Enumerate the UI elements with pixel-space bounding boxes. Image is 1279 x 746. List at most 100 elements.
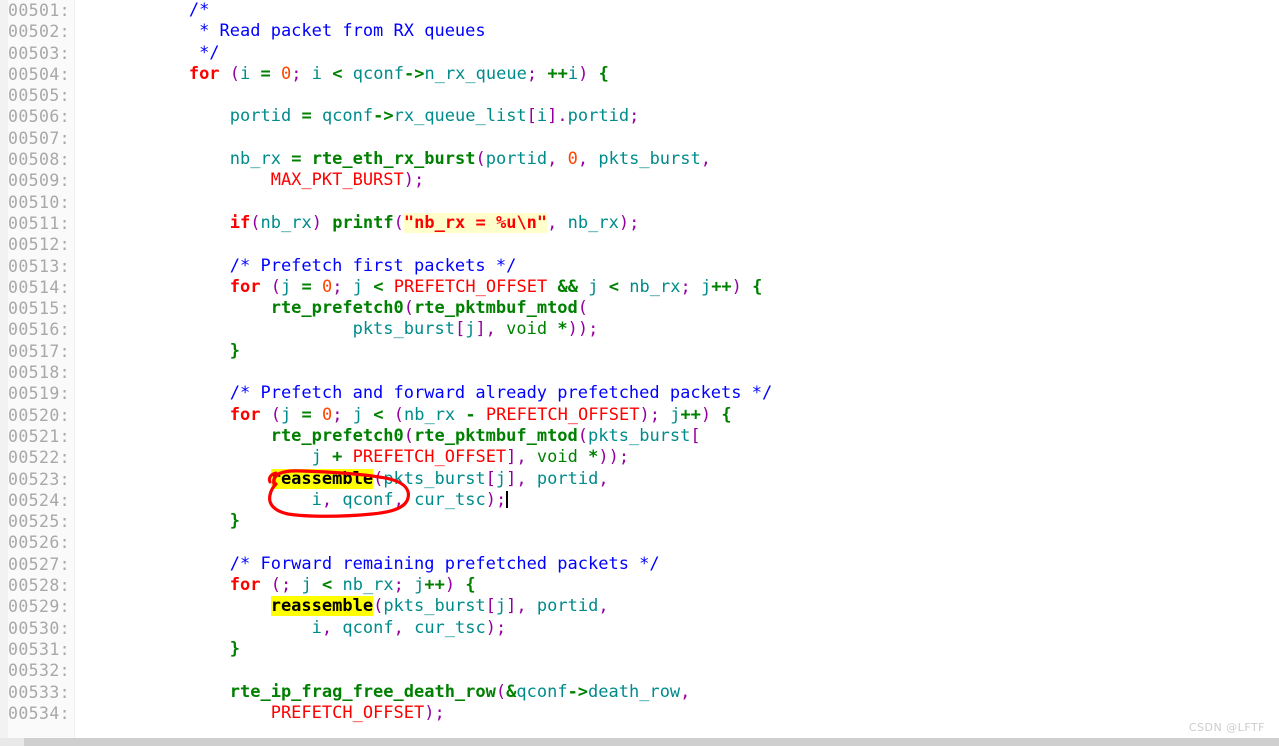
code-line[interactable]: 00516: pkts_burst[j], void *)); — [0, 319, 1279, 340]
code-line[interactable]: 00519: /* Prefetch and forward already p… — [0, 383, 1279, 404]
token-whitespace — [291, 405, 301, 425]
token-punctuation: , — [393, 617, 404, 638]
code-line[interactable]: 00526: — [0, 532, 1279, 553]
code-line[interactable]: 00512: — [0, 234, 1279, 255]
code-line[interactable]: 00523: reassemble(pkts_burst[j], portid, — [0, 468, 1279, 490]
code-line[interactable]: 00501: /* — [0, 0, 1279, 21]
line-content[interactable]: reassemble(pkts_burst[j], portid, — [66, 596, 609, 617]
code-line[interactable]: 00509: MAX_PKT_BURST); — [0, 170, 1279, 191]
code-line[interactable]: 00506: portid = qconf->rx_queue_list[i].… — [0, 106, 1279, 127]
token-whitespace — [66, 703, 271, 723]
token-punctuation: ) — [731, 276, 742, 297]
token-whitespace — [291, 277, 301, 297]
token-keyword: for — [229, 276, 261, 297]
line-content[interactable]: for (j = 0; j < (nb_rx - PREFETCH_OFFSET… — [66, 405, 732, 426]
line-content[interactable]: } — [66, 341, 240, 362]
token-whitespace — [66, 170, 271, 190]
line-content[interactable]: rte_prefetch0(rte_pktmbuf_mtod( — [66, 298, 588, 319]
line-content[interactable]: reassemble(pkts_burst[j], portid, — [66, 468, 609, 490]
token-whitespace — [66, 43, 199, 63]
token-whitespace — [260, 575, 270, 595]
line-content[interactable]: } — [66, 511, 240, 532]
token-identifier: j — [311, 447, 322, 468]
code-line[interactable]: 00508: nb_rx = rte_eth_rx_burst(portid, … — [0, 149, 1279, 170]
token-whitespace — [312, 277, 322, 297]
line-content[interactable]: /* — [66, 0, 209, 21]
line-content[interactable]: * Read packet from RX queues — [66, 21, 486, 42]
code-line[interactable]: 00531: } — [0, 639, 1279, 660]
token-whitespace — [363, 277, 373, 297]
code-line[interactable]: 00511: if(nb_rx) printf("nb_rx = %u\n", … — [0, 212, 1279, 234]
code-line[interactable]: 00524: i, qconf, cur_tsc); — [0, 490, 1279, 511]
code-line[interactable]: 00513: /* Prefetch first packets */ — [0, 256, 1279, 277]
token-identifier: qconf — [516, 681, 568, 702]
line-content[interactable]: /* Forward remaining prefetched packets … — [66, 554, 660, 575]
token-whitespace — [363, 405, 373, 425]
line-content[interactable]: MAX_PKT_BURST); — [66, 170, 425, 191]
line-content[interactable]: } — [66, 639, 240, 660]
token-whitespace — [455, 575, 465, 595]
code-text-area[interactable]: 00501: /* 00502: * Read packet from RX qu… — [0, 0, 1279, 740]
code-line[interactable]: 00528: for (; j < nb_rx; j++) { — [0, 575, 1279, 596]
line-content[interactable]: nb_rx = rte_eth_rx_burst(portid, 0, pkts… — [66, 149, 711, 170]
line-content[interactable]: PREFETCH_OFFSET); — [66, 703, 445, 724]
token-whitespace — [588, 149, 598, 169]
code-line[interactable]: 00527: /* Forward remaining prefetched p… — [0, 554, 1279, 575]
code-line[interactable]: 00522: j + PREFETCH_OFFSET], void *)); — [0, 447, 1279, 468]
line-content[interactable]: for (j = 0; j < PREFETCH_OFFSET && j < n… — [66, 276, 763, 298]
code-line[interactable]: 00533: rte_ip_frag_free_death_row(&qconf… — [0, 682, 1279, 703]
line-content[interactable]: /* Prefetch and forward already prefetch… — [66, 383, 772, 404]
code-line[interactable]: 00521: rte_prefetch0(rte_pktmbuf_mtod(pk… — [0, 426, 1279, 447]
line-content[interactable]: i, qconf, cur_tsc); — [66, 617, 507, 639]
code-line[interactable]: 00520: for (j = 0; j < (nb_rx - PREFETCH… — [0, 405, 1279, 426]
token-identifier: nb_rx — [229, 149, 281, 170]
code-line[interactable]: 00525: } — [0, 511, 1279, 532]
token-punctuation: ) — [578, 63, 589, 84]
code-line[interactable]: 00529: reassemble(pkts_burst[j], portid, — [0, 596, 1279, 617]
line-number: 00508: — [8, 150, 71, 170]
line-content[interactable]: for (i = 0; i < qconf->n_rx_queue; ++i) … — [66, 64, 609, 85]
code-line[interactable]: 00510: — [0, 192, 1279, 213]
token-identifier: i — [311, 617, 322, 638]
code-line[interactable]: 00502: * Read packet from RX queues — [0, 21, 1279, 42]
line-number: 00527: — [8, 554, 71, 574]
line-content[interactable]: i, qconf, cur_tsc); — [66, 489, 509, 511]
line-number: 00507: — [8, 128, 71, 148]
line-content[interactable]: portid = qconf->rx_queue_list[i].portid; — [66, 106, 640, 127]
line-content[interactable]: j + PREFETCH_OFFSET], void *)); — [66, 447, 629, 468]
code-line[interactable]: 00518: — [0, 362, 1279, 383]
token-identifier: qconf — [321, 106, 374, 127]
horizontal-scrollbar[interactable] — [0, 738, 1279, 746]
horizontal-scrollbar-thumb[interactable] — [0, 738, 24, 746]
line-content[interactable]: */ — [66, 43, 219, 64]
code-line[interactable]: 00534: PREFETCH_OFFSET); — [0, 703, 1279, 724]
line-content[interactable]: if(nb_rx) printf("nb_rx = %u\n", nb_rx); — [66, 212, 639, 234]
code-line[interactable]: 00514: for (j = 0; j < PREFETCH_OFFSET &… — [0, 277, 1279, 298]
token-whitespace — [557, 149, 567, 169]
token-whitespace — [342, 277, 352, 297]
code-line[interactable]: 00505: — [0, 85, 1279, 106]
line-content[interactable]: rte_prefetch0(rte_pktmbuf_mtod(pkts_burs… — [66, 426, 701, 447]
token-number: 0 — [321, 404, 333, 425]
token-identifier: j — [495, 468, 507, 489]
token-whitespace — [66, 149, 230, 169]
line-content[interactable]: pkts_burst[j], void *)); — [66, 319, 599, 340]
code-line[interactable]: 00530: i, qconf, cur_tsc); — [0, 618, 1279, 639]
code-line[interactable]: 00503: */ — [0, 43, 1279, 64]
line-content[interactable]: /* Prefetch first packets */ — [66, 256, 517, 277]
code-line[interactable]: 00532: — [0, 660, 1279, 681]
token-whitespace — [301, 149, 311, 169]
token-identifier: pkts_burst — [588, 425, 691, 446]
line-content[interactable]: rte_ip_frag_free_death_row(&qconf->death… — [66, 681, 691, 703]
token-identifier: j — [465, 319, 476, 340]
code-line[interactable]: 00517: } — [0, 341, 1279, 362]
code-line[interactable]: 00507: — [0, 128, 1279, 149]
token-identifier: pkts_burst — [598, 149, 701, 170]
token-identifier: pkts_burst — [352, 319, 455, 340]
code-line[interactable]: 00515: rte_prefetch0(rte_pktmbuf_mtod( — [0, 298, 1279, 319]
code-line[interactable]: 00504: for (i = 0; i < qconf->n_rx_queue… — [0, 64, 1279, 85]
line-content[interactable]: for (; j < nb_rx; j++) { — [66, 575, 476, 596]
token-whitespace — [66, 383, 230, 403]
token-whitespace — [260, 277, 270, 297]
token-punctuation: ); — [485, 489, 507, 510]
